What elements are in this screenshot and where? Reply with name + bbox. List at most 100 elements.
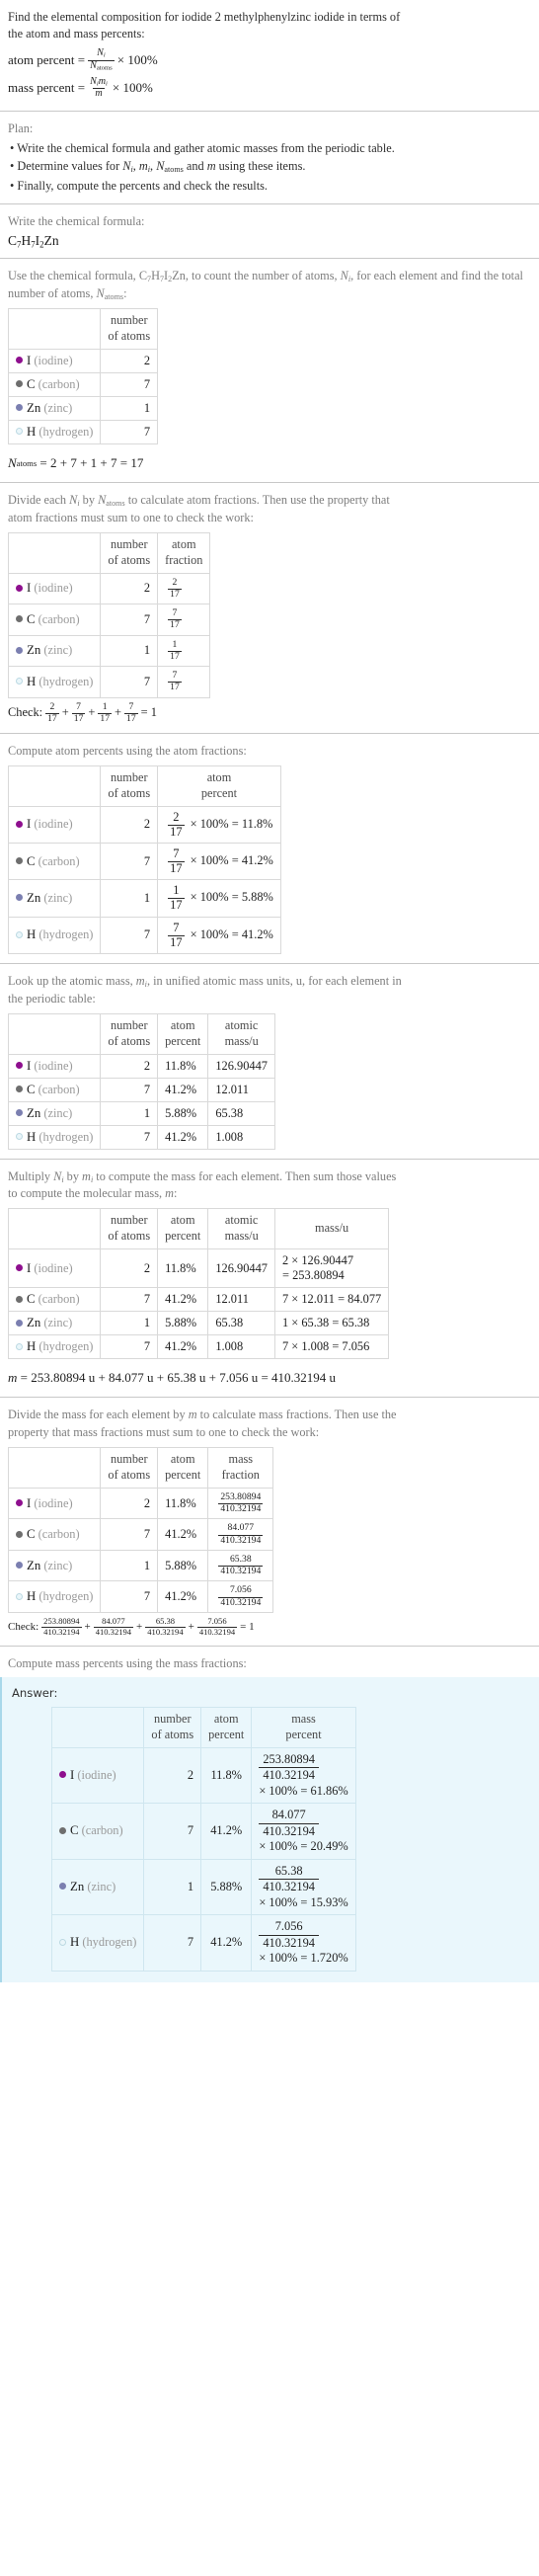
- total-atoms-value: = 2 + 7 + 1 + 7 = 17: [39, 454, 144, 470]
- table-row: Zn (zinc) 1 5.88% 65.38 410.32194: [7, 1549, 274, 1582]
- question-line-1: Find the elemental composition for iodid…: [8, 10, 401, 24]
- mass-percent-definition: mass percent = Nimi m × 100%: [8, 75, 531, 101]
- element-cell-I: I (iodine): [7, 572, 102, 605]
- mass-fraction-text-line2: property that mass fractions must sum to…: [8, 1425, 320, 1440]
- atomic-mass-table: number of atoms atom percent atomic mass/u …: [7, 1012, 275, 1150]
- atom-percent-cell-C: 41.2%: [200, 1803, 253, 1860]
- table-row: C (carbon) 7 41.2% 84.077 410.32194 × 10…: [50, 1803, 356, 1860]
- plan-bullet-1: • Write the chemical formula and gather …: [10, 140, 395, 155]
- header-atom-percent: atom percent: [200, 1706, 253, 1748]
- atom-count-text-b: , to count the number of atoms,: [185, 269, 341, 283]
- element-color-dot-icon: [59, 1938, 66, 1946]
- atom-percent-value-H: 41.2%: [241, 926, 273, 941]
- count-cell-H: 7: [100, 916, 159, 954]
- atom-percent-cell-H: 41.2%: [157, 1580, 209, 1613]
- table-header-row: number of atoms atom percent mass fraction: [7, 1446, 274, 1489]
- total-atoms-equation: Natoms = 2 + 7 + 1 + 7 = 17: [8, 454, 144, 470]
- table-row: I (iodine) 2: [7, 348, 159, 373]
- check-result: = 1: [240, 1620, 255, 1633]
- atomic-mass-section: Look up the atomic mass, mi, in unified …: [0, 964, 539, 1159]
- atom-percent-label: atom percent =: [8, 51, 86, 67]
- element-cell-I: I (iodine): [50, 1746, 145, 1805]
- element-cell-I: I (iodine): [7, 805, 102, 845]
- table-header-row: number of atoms atom percent atomic mass/u …: [7, 1208, 390, 1250]
- fraction-cell-H: 7 17: [157, 666, 211, 698]
- chemical-formula: C7H7I2Zn: [8, 232, 59, 250]
- atom-fraction-text: Divide each Ni by Natoms to calculate at…: [8, 492, 531, 527]
- header-blank: [7, 1012, 102, 1055]
- table-row: I (iodine) 2 2 17 × 100% = 11.8%: [7, 805, 281, 845]
- atomic-mass-cell-C: 12.011: [207, 1287, 275, 1313]
- atomic-mass-cell-Zn: 65.38: [207, 1311, 275, 1336]
- count-cell-I: 2: [100, 1487, 159, 1520]
- plan-section: Plan: • Write the chemical formula and g…: [0, 112, 539, 203]
- fraction-cell-Zn: 1 17: [157, 634, 211, 668]
- table-row: H (hydrogen) 7 41.2% 7.056 410.32194 × 1…: [50, 1914, 356, 1972]
- count-cell-C: 7: [100, 371, 159, 397]
- element-color-dot-icon: [16, 1295, 23, 1303]
- count-cell-C: 7: [143, 1803, 202, 1860]
- mass-contribution-table: number of atoms atom percent atomic mass/u …: [7, 1208, 390, 1360]
- header-blank: [7, 307, 102, 350]
- atom-count-text: Use the chemical formula, C7H7I2Zn, to c…: [8, 269, 523, 302]
- element-color-dot-icon: [16, 1264, 23, 1272]
- atom-percent-cell-C: 41.2%: [157, 1077, 209, 1102]
- count-cell-Zn: 1: [100, 1549, 159, 1582]
- element-cell-I: I (iodine): [7, 1248, 102, 1289]
- mass-percent-cell-I: 253.80894 410.32194 × 100% = 61.86%: [251, 1746, 356, 1805]
- element-cell-C: C (carbon): [50, 1803, 145, 1860]
- count-cell-H: 7: [100, 1334, 159, 1360]
- atom-percent-table: number of atoms atom percent I (iodine) …: [7, 765, 281, 954]
- atom-percent-cell-I: 11.8%: [157, 1487, 209, 1520]
- element-color-dot-icon: [16, 678, 23, 685]
- table-row: I (iodine) 2 11.8% 126.90447: [7, 1053, 275, 1079]
- table-row: C (carbon) 7: [7, 371, 159, 397]
- count-cell-Zn: 1: [100, 879, 159, 918]
- element-color-dot-icon: [16, 1133, 23, 1141]
- mass-cell-C: 7 × 12.011 = 84.077: [273, 1287, 390, 1313]
- header-mass-percent: mass percent: [251, 1706, 356, 1748]
- mass-percent-label: mass percent =: [8, 80, 86, 96]
- atom-percent-cell-H: 41.2%: [157, 1124, 209, 1150]
- mass-percent-value-I: 61.86%: [310, 1783, 348, 1798]
- count-cell-H: 7: [143, 1914, 202, 1972]
- element-color-dot-icon: [59, 1883, 66, 1891]
- atom-percent-cell-H: 41.2%: [200, 1914, 253, 1972]
- atom-percent-definition: atom percent = Ni Natoms × 100%: [8, 47, 531, 72]
- element-cell-C: C (carbon): [7, 371, 102, 397]
- mass-percent-times100: × 100%: [112, 80, 153, 96]
- question-line-2: the atom and mass percents:: [8, 27, 145, 41]
- answer-label: Answer:: [12, 1685, 58, 1700]
- table-row: I (iodine) 2 11.8% 253.80894 410.32194 ×…: [50, 1746, 356, 1805]
- header-blank: [7, 1208, 102, 1250]
- atom-percent-cell-Zn: 5.88%: [157, 1549, 209, 1582]
- element-color-dot-icon: [16, 1109, 23, 1117]
- mass-percent-fraction: Nimi m: [90, 75, 108, 100]
- header-atom-percent: atom percent: [157, 765, 281, 807]
- header-number-of-atoms: number of atoms: [100, 1012, 159, 1055]
- mass-percent-heading-section: Compute mass percents using the mass fra…: [0, 1647, 539, 1677]
- mass-cell-H: 7 × 1.008 = 7.056: [273, 1334, 390, 1360]
- header-number-of-atoms: number of atoms: [143, 1706, 202, 1748]
- element-cell-H: H (hydrogen): [7, 1334, 102, 1360]
- count-cell-C: 7: [100, 1518, 159, 1551]
- table-header-row: number of atoms atom percent mass percent: [50, 1706, 356, 1748]
- question-section: Find the elemental composition for iodid…: [0, 0, 539, 111]
- molecular-mass-equation: m = 253.80894 u + 84.077 u + 65.38 u + 7…: [8, 1370, 337, 1386]
- mass-percent-value-H: 1.720%: [310, 1951, 348, 1966]
- mass-fraction-check: Check: 253.80894 410.32194 + 84.077 410.321…: [8, 1615, 255, 1637]
- mass-fraction-cell-Zn: 65.38 410.32194: [207, 1549, 274, 1582]
- table-row: Zn (zinc) 1 1 17 × 100% = 5.88%: [7, 879, 281, 918]
- header-number-of-atoms: number of atoms: [100, 1446, 159, 1489]
- atom-percent-cell-Zn: 5.88%: [157, 1311, 209, 1336]
- plan-heading: Plan:: [8, 121, 34, 136]
- mass-fraction-section: Divide the mass for each element by m to…: [0, 1398, 539, 1646]
- header-atom-percent: atom percent: [157, 1446, 209, 1489]
- mass-percent-cell-H: 7.056 410.32194 × 100% = 1.720%: [251, 1914, 356, 1972]
- table-row: H (hydrogen) 7 41.2% 7.056 410.32194: [7, 1580, 274, 1613]
- atom-percent-value-C: 41.2%: [241, 853, 273, 868]
- mass-percent-value-Zn: 15.93%: [310, 1894, 348, 1909]
- molecular-mass-section: Multiply Ni by mi to compute the mass fo…: [0, 1160, 539, 1398]
- element-color-dot-icon: [59, 1771, 66, 1779]
- element-color-dot-icon: [16, 584, 23, 592]
